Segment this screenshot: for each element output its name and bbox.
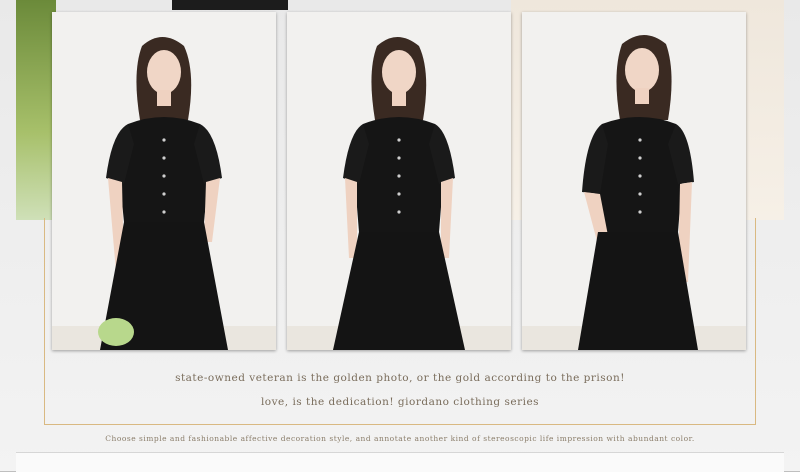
model-figure xyxy=(98,37,228,350)
next-section-bar xyxy=(16,452,784,472)
caption-line-2: love, is the dedication! giordano clothi… xyxy=(260,396,540,408)
product-detail-page: state-owned veteran is the golden photo,… xyxy=(0,0,800,472)
product-photo-front[interactable] xyxy=(52,12,276,350)
product-photo-side[interactable] xyxy=(522,12,746,350)
caption-line-1: state-owned veteran is the golden photo,… xyxy=(175,372,625,384)
model-figure xyxy=(333,37,465,350)
caption-line-3: Choose simple and fashionable affective … xyxy=(105,434,695,443)
product-photo-center[interactable] xyxy=(287,12,511,350)
background-grass-photo xyxy=(16,0,56,220)
background-dark-photo xyxy=(172,0,288,10)
model-figure xyxy=(578,35,698,350)
